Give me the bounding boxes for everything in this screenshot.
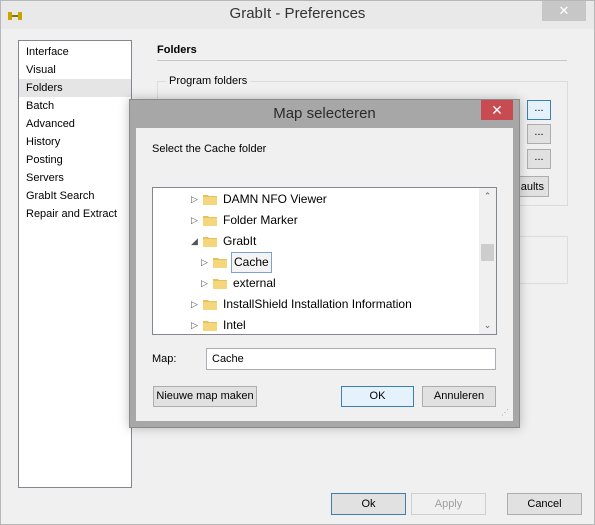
window-title: GrabIt - Preferences [229,5,366,22]
sidebar-item[interactable]: Posting [19,151,131,169]
sidebar-item[interactable]: Visual [19,61,131,79]
dialog-close-button[interactable]: ✕ [481,100,513,120]
tree-node[interactable]: ▷ Intel [153,315,473,334]
tree-node-label[interactable]: GrabIt [221,231,258,252]
folder-icon [203,298,217,310]
folder-icon [203,214,217,226]
folder-icon [203,319,217,331]
sidebar-item[interactable]: Interface [19,43,131,61]
window-close-button[interactable]: ✕ [542,1,586,21]
map-label: Map: [152,353,177,365]
tree-scrollbar[interactable]: ⌃ ⌄ [479,188,496,334]
program-folders-label: Program folders [166,75,251,87]
tree-node-label[interactable]: Cache [231,252,272,273]
tree-expander-icon[interactable]: ▷ [191,315,201,334]
sidebar-item[interactable]: Servers [19,169,131,187]
tree-node[interactable]: ▷ DAMN NFO Viewer [153,189,473,210]
tree-node-label[interactable]: InstallShield Installation Information [221,294,414,315]
map-input[interactable] [206,348,496,370]
section-title: Folders [157,44,197,56]
tree-expander-icon[interactable]: ▷ [191,210,201,231]
folder-icon [213,277,227,289]
sidebar-item[interactable]: History [19,133,131,151]
title-bar[interactable]: GrabIt - Preferences ✕ [1,1,594,29]
tree-expander-icon[interactable]: ▷ [201,273,211,294]
folder-icon [203,193,217,205]
tree-expander-icon[interactable]: ▷ [191,294,201,315]
tree-node-label[interactable]: external [231,273,278,294]
dialog-title: Map selecteren [273,105,376,122]
sidebar-item[interactable]: Advanced [19,115,131,133]
folder-icon [203,235,217,247]
sidebar-item[interactable]: Folders [19,79,131,97]
browse-button-2[interactable]: ... [527,124,551,144]
tree-node[interactable]: ▷ InstallShield Installation Information [153,294,473,315]
tree-node-label[interactable]: DAMN NFO Viewer [221,189,329,210]
tree-expander-icon[interactable]: ◢ [191,231,201,252]
scroll-up-arrow-icon[interactable]: ⌃ [479,188,496,205]
dialog-ok-button[interactable]: OK [341,386,414,407]
secondary-group-box [517,236,568,284]
tree-expander-icon[interactable]: ▷ [191,189,201,210]
browse-button-1[interactable]: ... [527,100,551,120]
tree-node-label[interactable]: Intel [221,315,248,334]
tree-node[interactable]: ◢ GrabIt [153,231,473,252]
scroll-thumb[interactable] [481,244,494,261]
sidebar-item[interactable]: Batch [19,97,131,115]
sidebar-item[interactable]: Repair and Extract [19,205,131,223]
folder-tree[interactable]: ▷ Intel ▷ InstallShield Installation Inform… [152,187,497,335]
sidebar-item[interactable]: GrabIt Search [19,187,131,205]
ok-button[interactable]: Ok [331,493,406,515]
dialog-body: Select the Cache folder ▷ Intel ▷ InstallSh… [136,128,513,421]
section-divider [157,60,567,61]
folder-icon [213,256,227,268]
apply-button[interactable]: Apply [411,493,486,515]
tree-node[interactable]: ▷ Folder Marker [153,210,473,231]
cancel-button[interactable]: Cancel [507,493,582,515]
dialog-prompt: Select the Cache folder [152,143,267,155]
scroll-down-arrow-icon[interactable]: ⌄ [479,317,496,334]
tree-node-label[interactable]: Folder Marker [221,210,300,231]
new-folder-button[interactable]: Nieuwe map maken [153,386,257,407]
dialog-cancel-button[interactable]: Annuleren [422,386,496,407]
tree-node[interactable]: ▷ external [153,273,473,294]
tree-expander-icon[interactable]: ▷ [201,252,211,273]
resize-grip-icon[interactable]: ⋰ [501,409,509,417]
preferences-category-list[interactable]: Interface Visual Folders Batch Advanced Histo… [18,40,132,488]
browse-button-3[interactable]: ... [527,149,551,169]
select-folder-dialog: Map selecteren ✕ Select the Cache folder… [129,99,520,428]
tree-node[interactable]: ▷ Cache [153,252,473,273]
